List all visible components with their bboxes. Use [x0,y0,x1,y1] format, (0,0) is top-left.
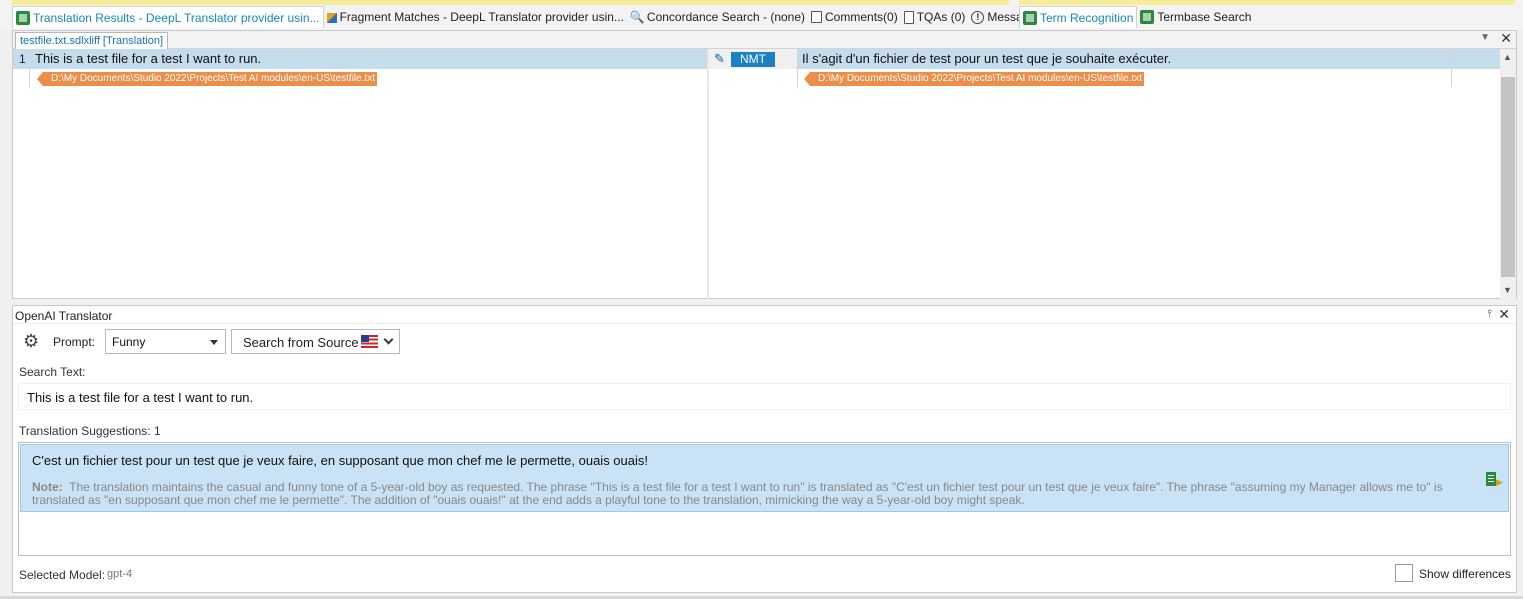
icon-part: ▶ [1496,477,1503,487]
source-segment-text[interactable]: This is a test file for a test I want to… [35,51,261,66]
document-tab[interactable]: testfile.txt.sdlxliff [Translation] [15,32,169,49]
chevron-down-icon [210,340,218,345]
close-icon[interactable]: ✕ [1498,306,1510,323]
fragment-matches-icon [326,12,337,23]
scroll-down-icon[interactable]: ▼ [1503,285,1512,295]
tab-translation-results[interactable]: Translation Results - DeepL Translator p… [12,6,324,28]
suggestions-list: C'est un fichier test pour un test que j… [18,442,1511,556]
comments-icon [811,11,823,23]
tab-list-chevron-icon[interactable]: ▼ [1480,32,1490,43]
document-tab-bar: testfile.txt.sdlxliff [Translation] ▼ ✕ [13,30,1516,49]
translation-results-icon [16,10,30,25]
prompt-label: Prompt: [53,335,96,349]
scrollbar-thumb[interactable] [1501,77,1515,277]
tab-label: Termbase Search [1157,10,1252,24]
pin-icon[interactable]: ⫯ [1487,308,1492,321]
tab-strip-accent-right [1019,0,1515,5]
tab-label: Concordance Search - (none) [646,10,806,24]
suggestions-count-label: Translation Suggestions: 1 [19,424,161,438]
results-tabs: Translation Results - DeepL Translator p… [12,6,1063,28]
app-window: Translation Results - DeepL Translator p… [0,0,1523,599]
tab-label: Term Recognition [1040,10,1134,25]
tab-comments[interactable]: Comments(0) [808,6,901,28]
target-column-border [797,49,798,87]
panel-title-bar: OpenAI Translator ⫯ ✕ [13,306,1516,324]
tab-label: Translation Results - DeepL Translator p… [33,10,320,25]
search-button-label: Search from Source [243,335,359,350]
gear-icon[interactable]: ⚙ [23,332,39,350]
target-path-tag[interactable]: D:\My Documents\Studio 2022\Projects\Tes… [803,72,1145,86]
right-column-border [1451,49,1452,87]
prompt-value: Funny [112,335,146,349]
panel-title: OpenAI Translator [15,309,113,323]
nmt-status-badge: NMT [731,52,775,67]
column-divider [707,49,709,299]
search-from-source-button[interactable]: Search from Source [231,329,400,354]
icon-part [1486,472,1496,486]
tab-strip-accent [12,0,1009,5]
tab-term-recognition[interactable]: Term Recognition [1019,6,1138,28]
editor-grid: testfile.txt.sdlxliff [Translation] ▼ ✕ … [12,30,1517,299]
target-segment-text[interactable]: Il s'agit d'un fichier de test pour un t… [802,51,1171,66]
search-text-value: This is a test file for a test I want to… [27,390,254,405]
tab-label: Comments(0) [825,10,898,24]
tab-label: TQAs (0) [916,10,966,24]
terminology-tabs: Term Recognition Termbase Search [1019,6,1254,28]
tab-fragment-matches[interactable]: Fragment Matches - DeepL Translator prov… [324,6,627,28]
messages-icon: ! [971,10,985,24]
show-differences-label: Show differences [1419,567,1511,581]
tqa-icon [903,10,914,24]
search-text-field[interactable]: This is a test file for a test I want to… [18,383,1511,410]
vertical-scrollbar[interactable]: ▲ ▼ [1500,49,1516,299]
concordance-search-icon: 🔍 [629,10,645,24]
tab-label: Fragment Matches - DeepL Translator prov… [339,10,624,24]
source-guide-line [29,69,30,87]
scroll-up-icon[interactable]: ▲ [1503,52,1512,62]
tab-tqas[interactable]: TQAs (0) [901,6,969,28]
source-path-tag[interactable]: D:\My Documents\Studio 2022\Projects\Tes… [36,72,378,86]
show-differences-checkbox[interactable] [1395,564,1413,582]
tab-termbase-search[interactable]: Termbase Search [1137,6,1254,28]
selected-model-value: gpt-4 [107,568,133,580]
segment-number: 1 [19,52,26,66]
us-flag-icon [361,335,378,348]
top-tab-strip: Translation Results - DeepL Translator p… [0,0,1523,30]
prompt-dropdown[interactable]: Funny [105,329,226,354]
close-icon[interactable]: ✕ [1500,30,1512,47]
note-text: The translation maintains the casual and… [32,480,1443,507]
chevron-down-icon[interactable] [383,334,394,345]
suggestion-item[interactable]: C'est un fichier test pour un test que j… [20,444,1509,512]
apply-translation-icon[interactable]: ▶ [1486,472,1503,487]
note-label: Note: [32,480,63,494]
search-text-label: Search Text: [19,365,86,379]
openai-translator-panel: OpenAI Translator ⫯ ✕ ⚙ Prompt: Funny Se… [12,305,1517,593]
tab-concordance-search[interactable]: 🔍 Concordance Search - (none) [627,6,808,28]
suggestion-text: C'est un fichier test pour un test que j… [32,453,649,468]
term-recognition-icon [1023,10,1037,25]
pencil-icon: ✎ [714,51,725,66]
suggestion-note: Note: The translation maintains the casu… [32,481,1462,507]
segment-status-cell: ✎ NMT [709,49,797,69]
selected-model-label: Selected Model: [19,568,106,582]
termbase-search-icon [1140,10,1155,24]
